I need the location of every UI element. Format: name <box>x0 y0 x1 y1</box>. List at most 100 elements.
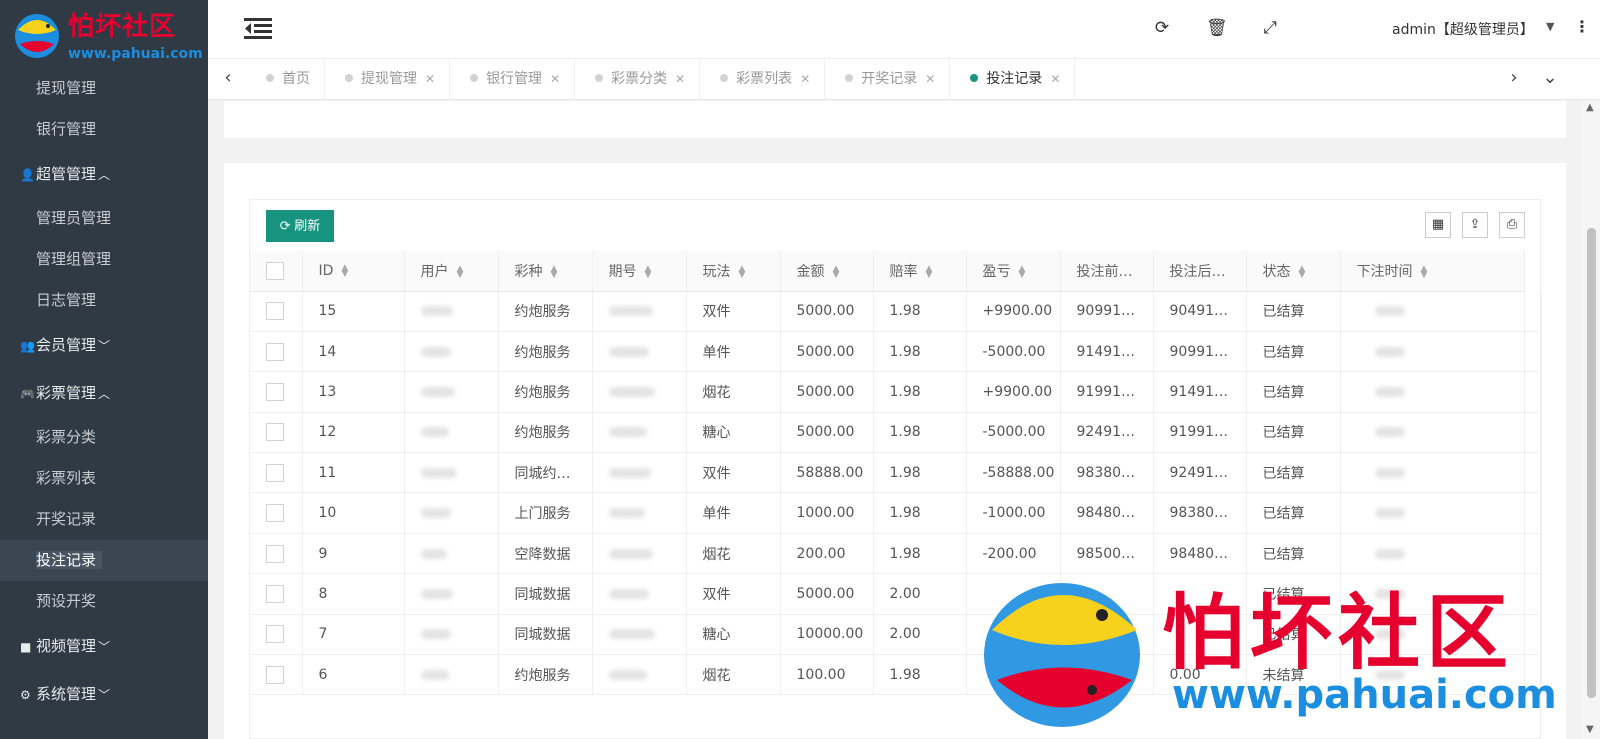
chevron-right-icon[interactable]: › <box>1502 67 1526 88</box>
export-icon[interactable]: ⇪ <box>1462 212 1488 238</box>
logo-url: www.pahuai.com <box>68 46 203 62</box>
table-row[interactable]: 15 约炮服务 双件 5000.00 1.98 +9900.00 90991… 90491… 已… <box>250 291 1542 332</box>
cell-id: 12 <box>302 412 405 454</box>
row-checkbox[interactable] <box>266 342 284 361</box>
row-checkbox[interactable] <box>266 423 284 442</box>
sidebar-group[interactable]: 👥会员管理 ﹀ <box>0 321 208 369</box>
table-row[interactable]: 10 上门服务 单件 1000.00 1.98 -1000.00 98480… 98380… 已… <box>250 492 1542 534</box>
scroll-thumb[interactable] <box>1587 228 1596 698</box>
blurred-user <box>420 588 453 599</box>
column-header[interactable]: 盈亏 ▲ ▼ <box>966 251 1061 292</box>
page-tab[interactable]: 彩票分类 ✕ <box>575 59 701 100</box>
page-scrollbar[interactable]: ▲ ▼ <box>1582 100 1600 739</box>
row-checkbox[interactable] <box>266 382 284 401</box>
sort-icon[interactable]: ▲ ▼ <box>1019 264 1026 279</box>
sort-icon[interactable]: ▲ ▼ <box>457 264 464 279</box>
admin-user-menu[interactable]: admin【超级管理员】 <box>1392 19 1534 39</box>
sort-icon[interactable]: ▲ ▼ <box>645 264 652 279</box>
refresh-button[interactable]: ⟳ 刷新 <box>266 210 334 242</box>
sort-icon[interactable]: ▲ ▼ <box>1421 264 1428 279</box>
sidebar-item[interactable]: 管理员管理 <box>0 198 208 239</box>
sort-icon[interactable]: ▲ ▼ <box>833 264 840 279</box>
table-row[interactable]: 14 约炮服务 单件 5000.00 1.98 -5000.00 91491… 90991… 已… <box>250 331 1542 373</box>
sidebar-item[interactable]: 预设开奖 <box>0 581 208 622</box>
column-header[interactable]: 投注前… <box>1060 251 1154 292</box>
sidebar-item[interactable]: 银行管理 <box>0 109 208 150</box>
column-header[interactable]: 彩种 ▲ ▼ <box>498 251 593 292</box>
refresh-icon[interactable]: ⟳ <box>1152 18 1172 38</box>
page-tabs: 首页 提现管理 ✕ 银行管理 ✕ 彩票分类 ✕ 彩票列表 ✕ 开奖记录 ✕ 投注记录 ✕ <box>246 59 1076 100</box>
close-icon[interactable]: ✕ <box>675 72 685 86</box>
column-header[interactable]: ID ▲ ▼ <box>302 251 405 292</box>
row-checkbox[interactable] <box>266 544 284 563</box>
sort-icon[interactable]: ▲ ▼ <box>341 263 348 278</box>
close-icon[interactable]: ✕ <box>550 72 560 86</box>
chevron-left-icon[interactable]: ‹ <box>216 67 240 88</box>
cell-issue <box>592 654 687 696</box>
row-checkbox[interactable] <box>266 665 284 684</box>
print-icon[interactable]: ⎙ <box>1499 212 1525 238</box>
close-icon[interactable]: ✕ <box>425 72 435 86</box>
sort-icon[interactable]: ▲ ▼ <box>926 264 933 279</box>
cell-lottery: 空降数据 <box>498 533 593 575</box>
sidebar-group[interactable]: 🎮彩票管理 ︿ <box>0 369 208 417</box>
column-header[interactable]: 状态 ▲ ▼ <box>1246 251 1341 292</box>
trash-icon[interactable]: 🗑 <box>1206 18 1228 38</box>
sidebar-item[interactable]: 彩票列表 <box>0 458 208 499</box>
sort-icon[interactable]: ▲ ▼ <box>551 264 558 279</box>
column-header[interactable]: 赔率 ▲ ▼ <box>873 251 967 292</box>
logo[interactable]: 怕坏社区 www.pahuai.com <box>0 0 208 68</box>
tab-dot-icon <box>970 74 979 82</box>
page-tab[interactable]: 开奖记录 ✕ <box>825 59 951 100</box>
sidebar-item[interactable]: 投注记录 <box>0 540 208 581</box>
close-icon[interactable]: ✕ <box>925 72 935 86</box>
row-checkbox[interactable] <box>266 584 284 603</box>
page-tab[interactable]: 银行管理 ✕ <box>450 59 576 100</box>
caret-down-icon[interactable]: ▼ <box>1546 20 1554 33</box>
close-icon[interactable]: ✕ <box>800 72 810 86</box>
page-tab[interactable]: 提现管理 ✕ <box>325 59 451 100</box>
cell-user <box>404 492 499 534</box>
sidebar-nav: 提现管理 银行管理 👤超管管理 ︿ 管理员管理 管理组管理 日志管理 👥会员管理 ﹀ 🎮彩票管理 ︿… <box>0 68 208 718</box>
table-row[interactable]: 11 同城约… 双件 58888.00 1.98 -58888.00 98380… 92491… <box>250 452 1542 494</box>
select-all-checkbox[interactable] <box>266 261 284 280</box>
sidebar-item[interactable]: 管理组管理 <box>0 239 208 280</box>
page-tab[interactable]: 首页 <box>246 59 325 100</box>
column-header[interactable]: 期号 ▲ ▼ <box>592 251 687 292</box>
blurred-user <box>420 346 451 357</box>
table-row[interactable]: 13 约炮服务 烟花 5000.00 1.98 +9900.00 91991… 91491… 已… <box>250 371 1542 413</box>
menu-collapse-icon[interactable] <box>244 16 272 40</box>
cell-odds: 1.98 <box>873 291 967 332</box>
sort-icon[interactable]: ▲ ▼ <box>1299 264 1306 279</box>
sidebar-item[interactable]: 日志管理 <box>0 280 208 321</box>
user-icon: 👤 <box>20 168 35 182</box>
column-header[interactable]: 投注后… <box>1153 251 1247 292</box>
scroll-up-icon[interactable]: ▲ <box>1586 102 1594 113</box>
sidebar-item[interactable]: 提现管理 <box>0 68 208 109</box>
column-header[interactable]: 金额 ▲ ▼ <box>780 251 874 292</box>
close-icon[interactable]: ✕ <box>1050 72 1060 86</box>
column-header[interactable]: 玩法 ▲ ▼ <box>686 251 781 292</box>
more-vertical-icon[interactable]: ⋮ <box>1574 17 1590 36</box>
row-checkbox[interactable] <box>266 504 284 523</box>
sidebar-item[interactable]: 开奖记录 <box>0 499 208 540</box>
sort-icon[interactable]: ▲ ▼ <box>739 264 746 279</box>
page-tab[interactable]: 彩票列表 ✕ <box>700 59 826 100</box>
chevron-down-icon[interactable]: ⌄ <box>1538 67 1562 88</box>
sidebar-group[interactable]: ■ 视频管理 ﹀ <box>0 622 208 670</box>
cell-spacer <box>1524 331 1542 373</box>
cell-play: 单件 <box>686 331 781 373</box>
row-checkbox[interactable] <box>266 625 284 644</box>
row-checkbox[interactable] <box>266 302 284 321</box>
sidebar-item[interactable]: 彩票分类 <box>0 417 208 458</box>
column-header[interactable]: 下注时间 ▲ ▼ <box>1340 251 1525 292</box>
column-header[interactable]: 用户 ▲ ▼ <box>404 251 499 292</box>
sidebar-group[interactable]: 👤超管管理 ︿ <box>0 150 208 198</box>
sidebar-group[interactable]: ⚙ 系统管理 ﹀ <box>0 670 208 718</box>
page-tab[interactable]: 投注记录 ✕ <box>950 59 1076 100</box>
columns-icon[interactable]: ▦ <box>1425 212 1451 238</box>
row-checkbox[interactable] <box>266 463 284 482</box>
table-row[interactable]: 12 约炮服务 糖心 5000.00 1.98 -5000.00 92491… 91991… 已… <box>250 412 1542 454</box>
scroll-down-icon[interactable]: ▼ <box>1586 724 1594 735</box>
fullscreen-icon[interactable]: ⤢ <box>1260 18 1280 38</box>
